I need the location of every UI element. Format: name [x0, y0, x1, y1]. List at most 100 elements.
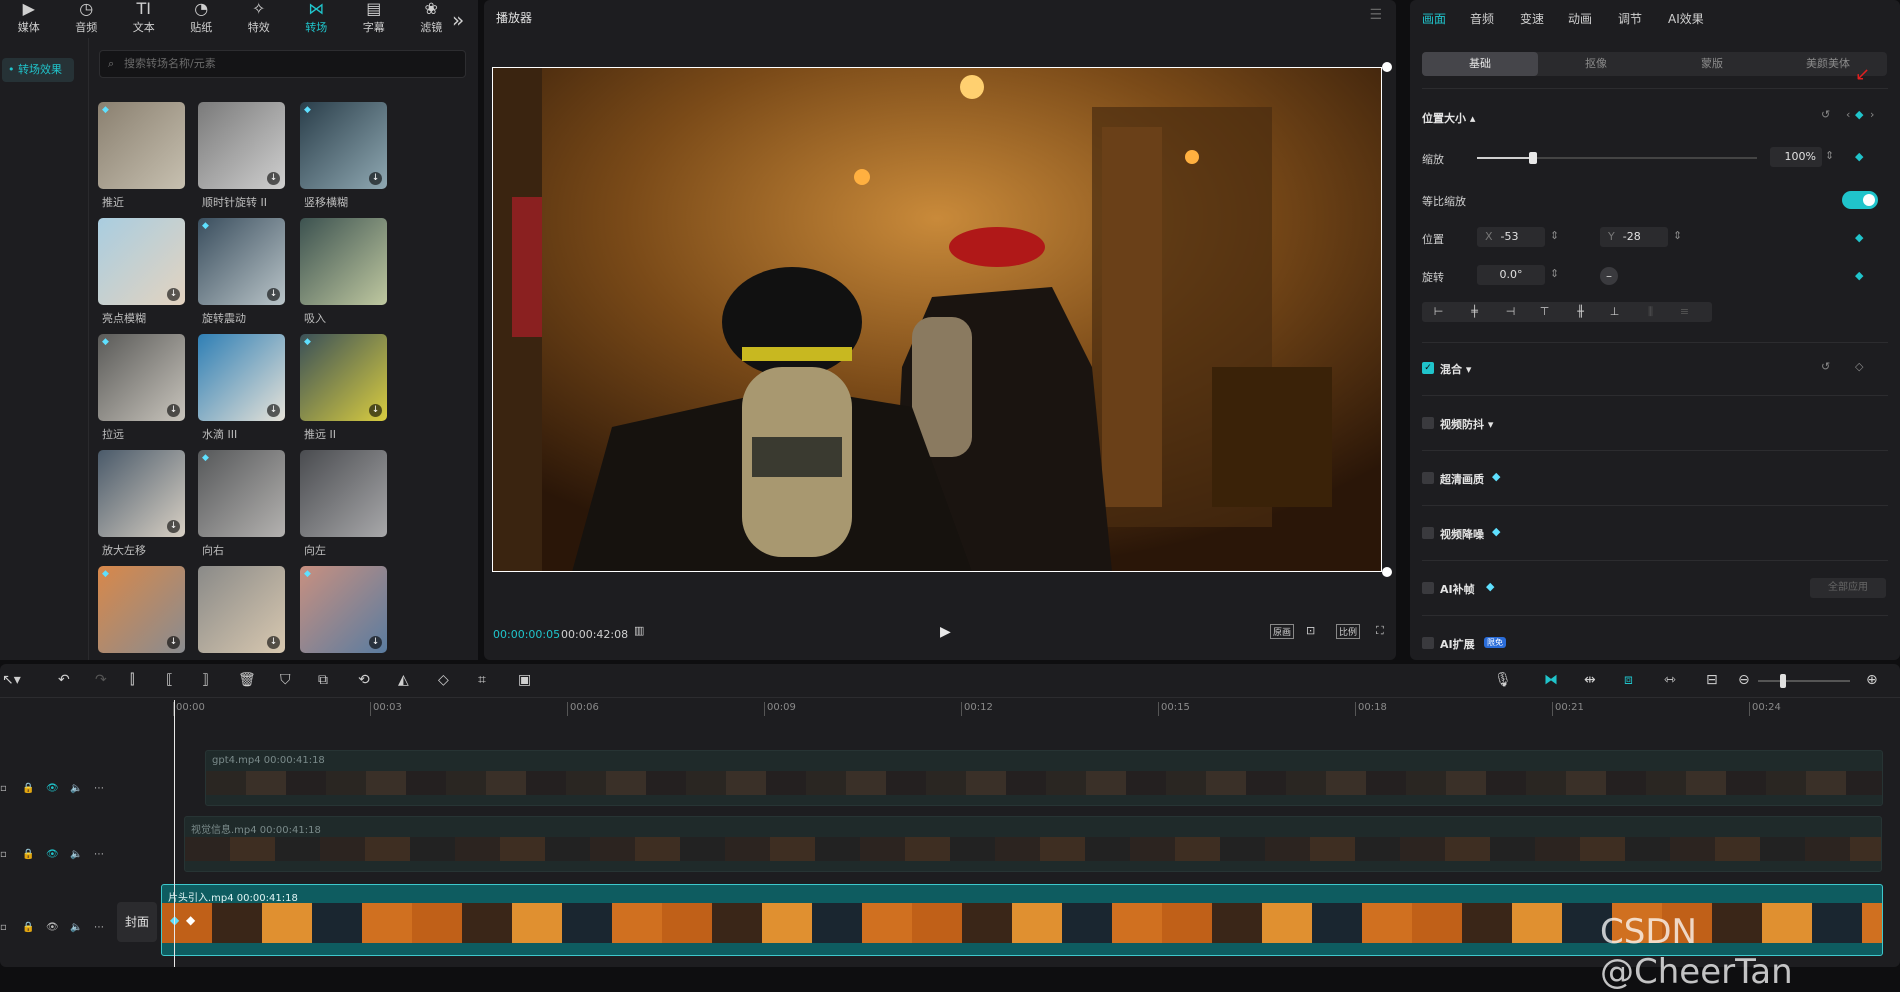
- effect-thumbnail[interactable]: ↓: [98, 218, 185, 305]
- download-icon[interactable]: ↓: [267, 404, 280, 417]
- stepper-icon[interactable]: ⇕: [1673, 229, 1682, 242]
- download-icon[interactable]: ↓: [369, 172, 382, 185]
- tool-transition[interactable]: ⋈ 转场: [288, 0, 346, 38]
- effect-thumbnail[interactable]: ◆ ↓: [300, 566, 387, 653]
- visibility-icon[interactable]: 👁: [46, 922, 59, 933]
- align-top-icon[interactable]: ⊤: [1530, 302, 1559, 322]
- tab-animation[interactable]: 动画: [1568, 10, 1592, 27]
- category-transition-effects[interactable]: • 转场效果: [2, 58, 74, 82]
- track-clip-1[interactable]: gpt4.mp4 00:00:41:18: [205, 750, 1883, 806]
- tab-picture[interactable]: 画面: [1422, 10, 1446, 27]
- stepper-icon[interactable]: ⇕: [1550, 267, 1559, 280]
- more-tools-icon[interactable]: »: [452, 8, 464, 32]
- effect-thumbnail[interactable]: ◆ ↓: [98, 334, 185, 421]
- position-size-header[interactable]: 位置大小 ▴: [1422, 110, 1475, 126]
- lock-icon[interactable]: 🔒: [22, 922, 34, 933]
- visibility-icon[interactable]: 👁: [46, 849, 59, 860]
- search-input[interactable]: ⌕ 搜索转场名称/元素: [99, 50, 466, 78]
- resize-handle[interactable]: [1382, 567, 1392, 577]
- lock-icon[interactable]: 🔒: [22, 849, 34, 860]
- keyframe-outline-icon[interactable]: ◇: [1855, 360, 1863, 373]
- track-clip-2[interactable]: 视觉信息.mp4 00:00:41:18: [184, 816, 1882, 872]
- delete-icon[interactable]: 🗑: [238, 672, 256, 688]
- align-vcenter-icon[interactable]: ╫: [1566, 302, 1595, 322]
- position-y-field[interactable]: Y -28: [1600, 227, 1668, 247]
- mirror-icon[interactable]: ◭: [398, 672, 409, 688]
- subtab-basic[interactable]: 基础: [1422, 52, 1538, 76]
- fullscreen-button[interactable]: ⛶: [1376, 624, 1384, 638]
- menu-icon[interactable]: ☰: [1369, 7, 1382, 23]
- effect-thumbnail[interactable]: ↓: [198, 334, 285, 421]
- visibility-icon[interactable]: 👁: [46, 783, 59, 794]
- tool-subtitle[interactable]: ▤ 字幕: [345, 0, 403, 38]
- uniform-scale-toggle[interactable]: [1842, 191, 1878, 209]
- scale-field[interactable]: 100%: [1770, 147, 1822, 167]
- more-icon[interactable]: ⋯: [94, 783, 104, 794]
- align-hcenter-icon[interactable]: ╪: [1460, 302, 1489, 322]
- volume-icon[interactable]: 🔈: [70, 922, 82, 933]
- select-tool-icon[interactable]: ↖▾: [2, 672, 21, 688]
- timeline-ruler[interactable]: 00:00 00:03 00:06 00:09 00:12 00:15 00:18 00:21…: [165, 698, 1900, 720]
- scale-slider-handle[interactable]: [1529, 152, 1537, 164]
- tab-audio[interactable]: 音频: [1470, 10, 1494, 27]
- align-bottom-icon[interactable]: ⊥: [1600, 302, 1629, 322]
- track-toggle-icon[interactable]: ▫: [0, 849, 7, 860]
- stabilize-label[interactable]: 视频防抖 ▾: [1440, 416, 1493, 432]
- download-icon[interactable]: ↓: [369, 636, 382, 649]
- effect-thumbnail[interactable]: ◆: [198, 450, 285, 537]
- effect-thumbnail[interactable]: ◆ ↓: [300, 102, 387, 189]
- effect-thumbnail[interactable]: ◆ ↓: [198, 218, 285, 305]
- download-icon[interactable]: ↓: [167, 520, 180, 533]
- tab-ai-effects[interactable]: AI效果: [1668, 10, 1704, 27]
- zoom-slider-handle[interactable]: [1780, 674, 1786, 688]
- track-toggle-icon[interactable]: ▫: [0, 783, 7, 794]
- effect-thumbnail[interactable]: ◆ ↓: [98, 566, 185, 653]
- split-right-icon[interactable]: ⟧: [202, 672, 209, 688]
- ratio-button[interactable]: 比例: [1336, 624, 1361, 639]
- resize-handle[interactable]: [1382, 62, 1392, 72]
- split-left-icon[interactable]: ⟦: [166, 672, 173, 688]
- zoom-out-icon[interactable]: ⊖: [1738, 672, 1750, 688]
- tab-speed[interactable]: 变速: [1520, 10, 1544, 27]
- video-preview[interactable]: [492, 67, 1382, 572]
- hd-label[interactable]: 超清画质: [1440, 471, 1484, 487]
- tool-media[interactable]: ▶ 媒体: [0, 0, 58, 38]
- next-keyframe-icon[interactable]: ›: [1870, 108, 1874, 121]
- reset-icon[interactable]: ↺: [1821, 360, 1830, 373]
- effect-thumbnail[interactable]: [300, 218, 387, 305]
- undo-icon[interactable]: ↶: [58, 672, 70, 688]
- download-icon[interactable]: ↓: [369, 404, 382, 417]
- subtab-mask[interactable]: 蒙版: [1654, 52, 1770, 76]
- tool-text[interactable]: TI 文本: [115, 0, 173, 38]
- effect-thumbnail[interactable]: [300, 450, 387, 537]
- play-button[interactable]: ▶: [940, 624, 951, 640]
- mix-label[interactable]: 混合 ▾: [1440, 361, 1471, 377]
- ai-expand-checkbox[interactable]: [1422, 637, 1434, 649]
- hd-checkbox[interactable]: [1422, 472, 1434, 484]
- track-toggle-icon[interactable]: ▫: [0, 922, 7, 933]
- effect-thumbnail[interactable]: ↓: [198, 102, 285, 189]
- align-left-icon[interactable]: ⊢: [1424, 302, 1453, 322]
- align-right-icon[interactable]: ⊣: [1496, 302, 1525, 322]
- ai-expand-label[interactable]: AI扩展: [1440, 636, 1475, 652]
- download-icon[interactable]: ↓: [267, 288, 280, 301]
- denoise-label[interactable]: 视频降噪: [1440, 526, 1484, 542]
- main-track-magnet-icon[interactable]: ⧓: [1544, 672, 1558, 688]
- effect-thumbnail[interactable]: ◆: [98, 102, 185, 189]
- tool-sticker[interactable]: ◔ 贴纸: [173, 0, 231, 38]
- tab-adjust[interactable]: 调节: [1618, 10, 1642, 27]
- more-icon[interactable]: ⋯: [94, 849, 104, 860]
- effect-thumbnail[interactable]: ◆ ↓: [300, 334, 387, 421]
- rotate-icon[interactable]: ◇: [438, 672, 449, 688]
- tool-audio[interactable]: ◷ 音频: [58, 0, 116, 38]
- stabilize-checkbox[interactable]: [1422, 417, 1434, 429]
- keyframe-icon[interactable]: ◆: [1855, 269, 1863, 282]
- apply-all-button[interactable]: 全部应用: [1810, 578, 1886, 598]
- distribute-v-icon[interactable]: ≡: [1670, 302, 1699, 322]
- download-icon[interactable]: ↓: [267, 172, 280, 185]
- preview-axis-icon[interactable]: ⇿: [1664, 672, 1676, 688]
- split-icon[interactable]: ⫿: [130, 672, 134, 688]
- microphone-icon[interactable]: 🎙: [1494, 672, 1512, 688]
- keyframe-icon[interactable]: ◆: [1855, 231, 1863, 244]
- denoise-checkbox[interactable]: [1422, 527, 1434, 539]
